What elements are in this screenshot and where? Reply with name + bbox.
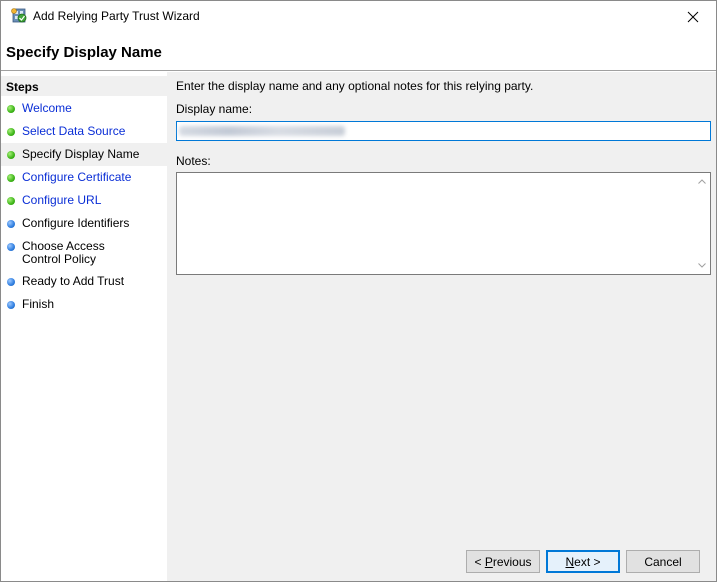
wizard-window: Add Relying Party Trust Wizard Specify D…	[0, 0, 717, 582]
step-label[interactable]: Select Data Source	[22, 124, 125, 138]
step-complete-icon	[7, 128, 15, 136]
step-complete-icon	[7, 105, 15, 113]
step-complete-icon	[7, 174, 15, 182]
notes-label: Notes:	[176, 154, 211, 168]
step-label[interactable]: Configure URL	[22, 193, 101, 207]
step-configure-identifiers: Configure Identifiers	[1, 212, 167, 235]
step-select-data-source[interactable]: Select Data Source	[1, 120, 167, 143]
step-configure-url[interactable]: Configure URL	[1, 189, 167, 212]
step-ready-to-add-trust: Ready to Add Trust	[1, 270, 167, 293]
steps-pane: Steps Welcome Select Data Source Specify…	[1, 72, 167, 581]
step-label: Finish	[22, 297, 55, 311]
step-label[interactable]: Welcome	[22, 101, 72, 115]
main-content: Enter the display name and any optional …	[171, 72, 716, 581]
step-finish: Finish	[1, 293, 167, 316]
window-title: Add Relying Party Trust Wizard	[33, 9, 200, 23]
step-label[interactable]: Configure Certificate	[22, 170, 131, 184]
step-specify-display-name: Specify Display Name	[1, 143, 167, 166]
step-label: Choose Access Control Policy	[22, 239, 105, 266]
close-icon	[687, 11, 699, 22]
step-configure-certificate[interactable]: Configure Certificate	[1, 166, 167, 189]
scroll-down-button[interactable]	[693, 257, 710, 274]
title-bar: Add Relying Party Trust Wizard	[1, 1, 716, 32]
step-pending-icon	[7, 243, 15, 251]
notes-scrollbar[interactable]	[693, 173, 710, 274]
display-name-label: Display name:	[176, 102, 253, 116]
step-pending-icon	[7, 278, 15, 286]
step-pending-icon	[7, 220, 15, 228]
next-button[interactable]: Next >	[546, 550, 620, 573]
chevron-down-icon	[697, 263, 706, 268]
step-welcome[interactable]: Welcome	[1, 97, 167, 120]
notes-textarea[interactable]	[176, 172, 711, 275]
cancel-button[interactable]: Cancel	[626, 550, 700, 573]
step-choose-access-control-policy: Choose Access Control Policy	[1, 235, 141, 270]
adfs-app-icon	[10, 7, 28, 25]
steps-list: Welcome Select Data Source Specify Displ…	[1, 97, 167, 316]
scroll-up-button[interactable]	[693, 173, 710, 190]
step-pending-icon	[7, 301, 15, 309]
page-title: Specify Display Name	[6, 44, 162, 61]
step-current-icon	[7, 151, 15, 159]
step-label: Ready to Add Trust	[22, 274, 125, 288]
previous-button[interactable]: < Previous	[466, 550, 540, 573]
step-complete-icon	[7, 197, 15, 205]
steps-header: Steps	[1, 76, 167, 96]
close-button[interactable]	[670, 1, 716, 32]
chevron-up-icon	[697, 179, 706, 184]
blurred-display-name	[179, 126, 345, 136]
instruction-text: Enter the display name and any optional …	[176, 79, 534, 93]
step-label: Configure Identifiers	[22, 216, 130, 230]
step-label: Specify Display Name	[22, 147, 140, 161]
